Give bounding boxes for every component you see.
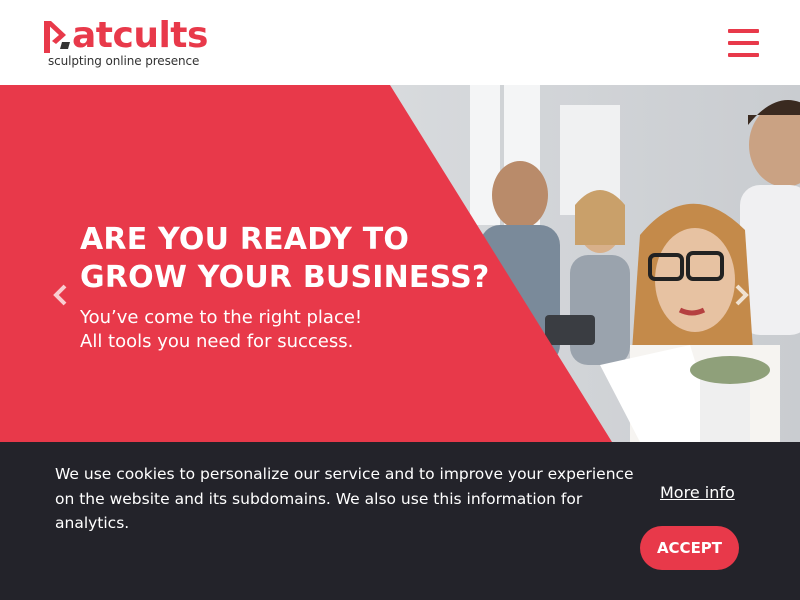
site-header: atcults sculpting online presence xyxy=(0,0,800,85)
hero-subtitle: You’ve come to the right place! All tool… xyxy=(80,306,362,354)
chevron-left-icon[interactable] xyxy=(50,283,72,307)
more-info-link[interactable]: More info xyxy=(660,483,735,502)
hero-slider: ARE YOU READY TO GROW YOUR BUSINESS? You… xyxy=(0,85,800,442)
hero-title-line-2: GROW YOUR BUSINESS? xyxy=(80,260,490,295)
logo-word-text: atcults xyxy=(72,15,208,56)
cookie-consent-bar: We use cookies to personalize our servic… xyxy=(0,442,800,600)
chevron-right-icon[interactable] xyxy=(730,283,752,307)
hero-subtitle-line-1: You’ve come to the right place! xyxy=(80,307,363,328)
logo-wordmark: atcults xyxy=(42,16,208,56)
cookie-message: We use cookies to personalize our servic… xyxy=(55,465,634,532)
hero-title: ARE YOU READY TO GROW YOUR BUSINESS? xyxy=(80,221,490,297)
hamburger-menu-icon[interactable] xyxy=(728,28,760,58)
hero-title-line-1: ARE YOU READY TO xyxy=(80,222,410,257)
brand-logo[interactable]: atcults sculpting online presence xyxy=(42,16,242,72)
hero-subtitle-line-2: All tools you need for success. xyxy=(80,331,354,352)
logo-m-mark-icon xyxy=(44,21,70,53)
accept-cookies-button[interactable]: ACCEPT xyxy=(640,526,739,570)
logo-tagline: sculpting online presence xyxy=(48,54,200,68)
